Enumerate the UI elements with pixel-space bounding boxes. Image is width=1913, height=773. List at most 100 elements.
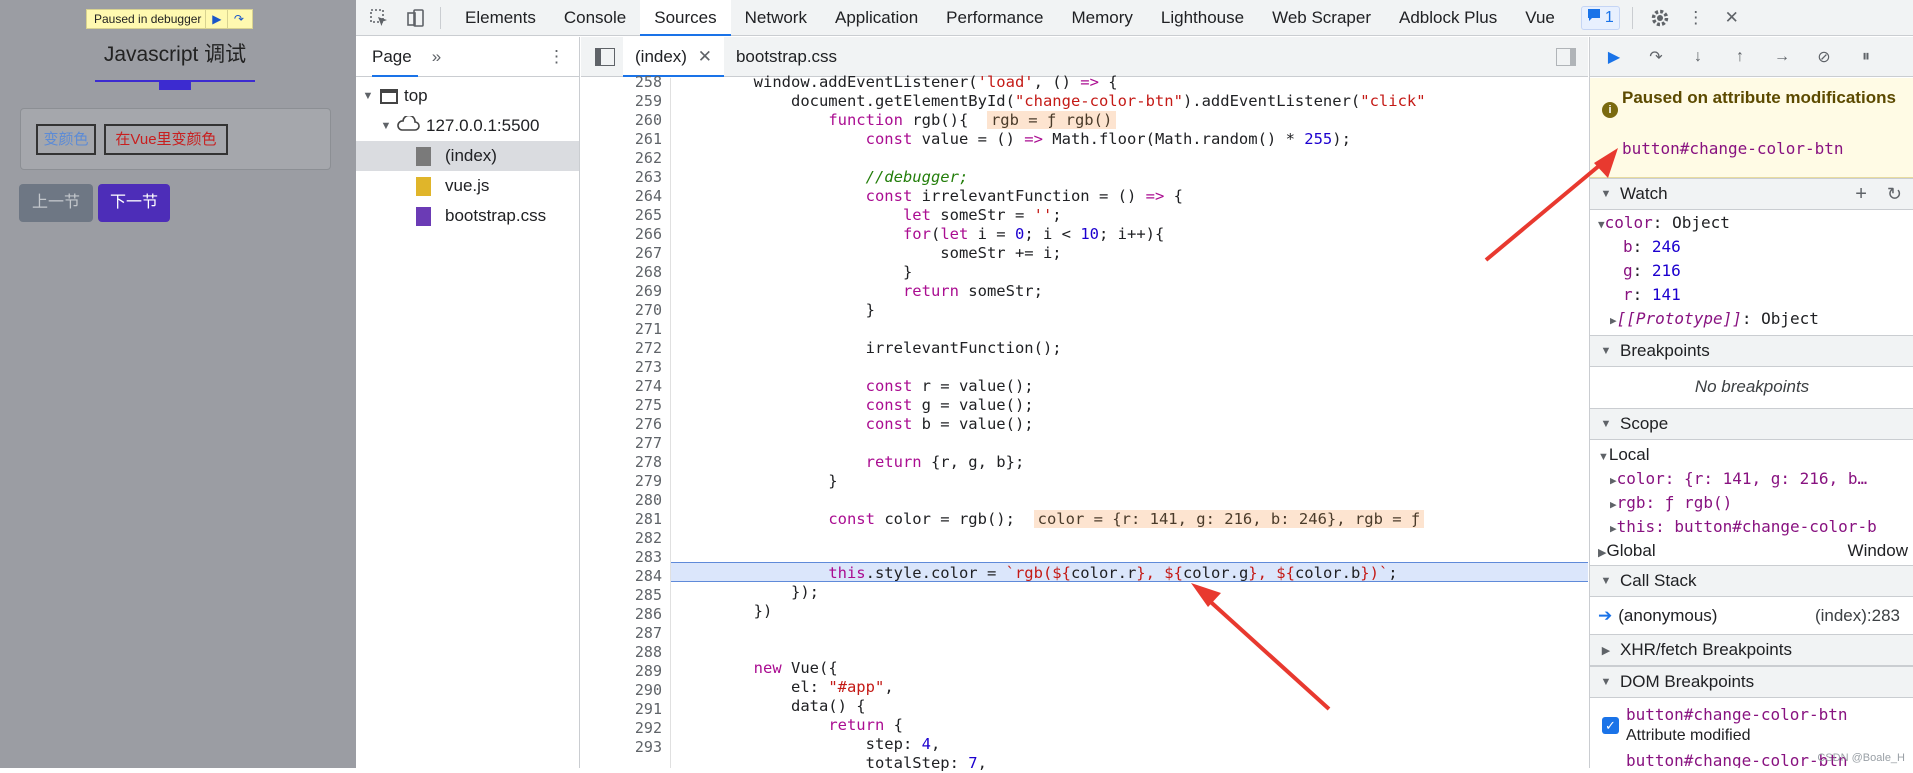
collapse-triangle-icon: ▼ bbox=[1600, 676, 1612, 688]
settings-gear-icon[interactable] bbox=[1645, 3, 1675, 33]
step-into-icon[interactable]: ↓ bbox=[1684, 43, 1712, 71]
tab-console[interactable]: Console bbox=[550, 0, 640, 36]
resume-icon[interactable]: ▶ bbox=[205, 10, 227, 28]
tab-adblock-plus[interactable]: Adblock Plus bbox=[1385, 0, 1511, 36]
tree-file-vuejs[interactable]: vue.js bbox=[356, 171, 579, 201]
title-underline-accent bbox=[159, 80, 191, 90]
info-icon: i bbox=[1602, 102, 1618, 118]
prototype-type: Object bbox=[1761, 309, 1819, 328]
scope-global-label: Global bbox=[1606, 541, 1656, 560]
tab-memory[interactable]: Memory bbox=[1057, 0, 1146, 36]
prev-section-button[interactable]: 上一节 bbox=[19, 184, 93, 222]
navigator-menu-icon[interactable]: ⋮ bbox=[548, 47, 565, 67]
dom-breakpoint-checkbox[interactable]: ✓ bbox=[1602, 717, 1619, 734]
section-title: Scope bbox=[1620, 414, 1669, 433]
scope-value: rgb: ƒ rgb() bbox=[1616, 493, 1733, 512]
paused-reason-box: i Paused on attribute modifications butt… bbox=[1590, 78, 1913, 178]
watermark: CSDN @Boale_H bbox=[1817, 752, 1905, 764]
add-watch-icon[interactable]: + bbox=[1855, 183, 1867, 206]
step-icon[interactable]: → bbox=[1768, 43, 1796, 71]
tree-file-bootstrap[interactable]: bootstrap.css bbox=[356, 201, 579, 231]
file-icon bbox=[416, 146, 431, 166]
annotation-arrow bbox=[1191, 583, 1331, 711]
vue-change-color-button[interactable]: 在Vue里变颜色 bbox=[104, 124, 228, 155]
issues-badge[interactable]: 1 bbox=[1580, 5, 1620, 30]
close-devtools-icon[interactable]: ✕ bbox=[1717, 3, 1747, 33]
expand-triangle-icon: ▶ bbox=[1601, 644, 1611, 657]
collapse-triangle-icon: ▼ bbox=[1600, 188, 1612, 200]
scope-local-label: Local bbox=[1608, 445, 1650, 464]
tree-label: top bbox=[404, 86, 428, 105]
next-section-button[interactable]: 下一节 bbox=[98, 184, 170, 222]
scope-this-row[interactable]: ▶this: button#change-color-b bbox=[1610, 517, 1877, 536]
step-over-icon[interactable]: ↷ bbox=[227, 10, 249, 28]
page-preview: Paused in debugger ▶ ↷ Javascript 调试 变颜色… bbox=[0, 0, 356, 768]
expand-triangle-icon: ▶ bbox=[1610, 314, 1617, 327]
refresh-icon[interactable]: ↻ bbox=[1887, 184, 1902, 205]
scope-color-row[interactable]: ▶color: {r: 141, g: 216, b… bbox=[1610, 469, 1867, 488]
tab-sources[interactable]: Sources bbox=[640, 0, 731, 36]
scope-section-header[interactable]: ▼ Scope bbox=[1590, 408, 1913, 440]
scope-value: color: {r: 141, g: 216, b… bbox=[1616, 469, 1868, 488]
paused-reason-target: button#change-color-btn bbox=[1622, 139, 1844, 158]
collapse-triangle-icon: ▼ bbox=[1600, 418, 1612, 430]
current-frame-arrow-icon: ➔ bbox=[1598, 606, 1613, 625]
frame-function: (anonymous) bbox=[1618, 606, 1718, 625]
tab-application[interactable]: Application bbox=[821, 0, 932, 36]
watch-section-header[interactable]: ▼ Watch + ↻ bbox=[1590, 178, 1913, 210]
collapse-triangle-icon: ▼ bbox=[1600, 345, 1612, 357]
tree-label: bootstrap.css bbox=[445, 206, 547, 225]
code-editor: (index) ✕ bootstrap.css 258 259 260 261 … bbox=[581, 36, 1588, 772]
frame-location[interactable]: (index):283 bbox=[1815, 606, 1900, 626]
watch-prototype-row[interactable]: ▶[[Prototype]]: Object bbox=[1610, 309, 1819, 328]
watch-value-r: 141 bbox=[1651, 285, 1681, 304]
expand-triangle-icon: ▶ bbox=[1610, 498, 1617, 511]
scope-global-row[interactable]: ▶Global Window bbox=[1598, 541, 1908, 561]
navigator-header: Page » ⋮ bbox=[356, 37, 579, 77]
tab-web-scraper[interactable]: Web Scraper bbox=[1258, 0, 1385, 36]
section-title: XHR/fetch Breakpoints bbox=[1620, 640, 1792, 659]
tab-vue[interactable]: Vue bbox=[1511, 0, 1569, 36]
call-stack-section-header[interactable]: ▼ Call Stack bbox=[1590, 565, 1913, 597]
expand-triangle-icon: ▼ bbox=[380, 120, 392, 132]
xhr-breakpoints-section-header[interactable]: ▶ XHR/fetch Breakpoints bbox=[1590, 634, 1913, 666]
no-breakpoints-text: No breakpoints bbox=[1694, 377, 1810, 396]
more-tabs-icon[interactable]: » bbox=[432, 47, 441, 67]
tab-lighthouse[interactable]: Lighthouse bbox=[1147, 0, 1258, 36]
toolbar-divider bbox=[1631, 6, 1633, 29]
paused-in-debugger-overlay: Paused in debugger ▶ ↷ bbox=[86, 9, 254, 29]
dom-breakpoints-section-header[interactable]: ▼ DOM Breakpoints bbox=[1590, 666, 1913, 698]
scope-local-row[interactable]: ▼Local bbox=[1598, 445, 1650, 465]
js-file-icon bbox=[416, 176, 431, 196]
tree-file-index[interactable]: (index) bbox=[356, 141, 579, 171]
paused-reason-title: Paused on attribute modifications bbox=[1622, 88, 1896, 107]
step-over-icon[interactable]: ↷ bbox=[1642, 43, 1670, 71]
deactivate-breakpoints-icon[interactable]: ⊘ bbox=[1810, 43, 1838, 71]
expand-triangle-icon: ▶ bbox=[1610, 522, 1617, 535]
more-options-icon[interactable]: ⋮ bbox=[1681, 3, 1711, 33]
watch-r-row: r: 141 bbox=[1623, 285, 1681, 304]
tab-page[interactable]: Page bbox=[372, 37, 418, 77]
toolbar-divider bbox=[440, 6, 441, 29]
tree-top-frame[interactable]: ▼ top bbox=[356, 81, 579, 111]
tab-elements[interactable]: Elements bbox=[451, 0, 550, 36]
inspect-element-icon[interactable] bbox=[364, 3, 394, 33]
resume-icon[interactable]: ▶ bbox=[1600, 43, 1628, 71]
step-out-icon[interactable]: ↑ bbox=[1726, 43, 1754, 71]
device-toolbar-icon[interactable] bbox=[400, 3, 430, 33]
tab-performance[interactable]: Performance bbox=[932, 0, 1057, 36]
watch-color-row[interactable]: ▼color: Object bbox=[1598, 213, 1730, 232]
change-color-button[interactable]: 变颜色 bbox=[36, 124, 96, 155]
scope-global-value: Window bbox=[1847, 541, 1908, 560]
watch-value-b: 246 bbox=[1651, 237, 1681, 256]
dom-breakpoint-target-2: button#change-color-btn bbox=[1626, 751, 1848, 768]
call-stack-frame[interactable]: ➔ (anonymous) (index):283 bbox=[1598, 606, 1908, 626]
tree-host[interactable]: ▼ 127.0.0.1:5500 bbox=[356, 111, 579, 141]
watch-type: Object bbox=[1672, 213, 1730, 232]
breakpoints-section-header[interactable]: ▼ Breakpoints bbox=[1590, 335, 1913, 367]
scope-rgb-row[interactable]: ▶rgb: ƒ rgb() bbox=[1610, 493, 1732, 512]
message-icon bbox=[1587, 8, 1601, 27]
section-title: Call Stack bbox=[1620, 571, 1697, 590]
pause-on-exceptions-icon[interactable]: ⏸ bbox=[1852, 43, 1880, 71]
tab-network[interactable]: Network bbox=[731, 0, 821, 36]
